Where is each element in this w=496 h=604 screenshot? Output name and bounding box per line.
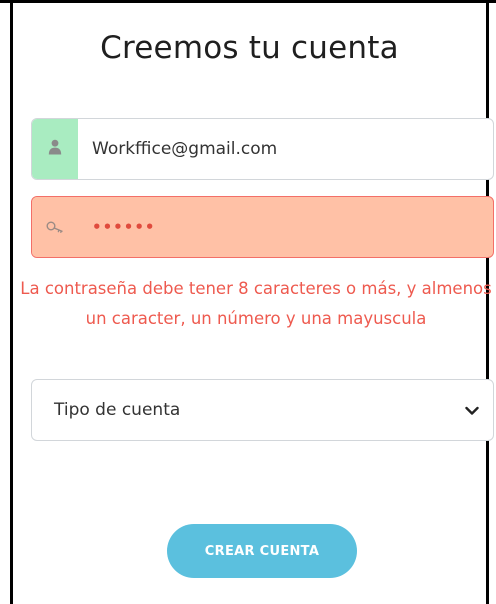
password-field[interactable] xyxy=(31,196,494,258)
form-title: Creemos tu cuenta xyxy=(100,30,399,66)
key-icon xyxy=(46,218,64,237)
create-account-button[interactable]: CREAR CUENTA xyxy=(167,524,357,578)
chevron-down-icon xyxy=(465,401,479,420)
user-icon xyxy=(48,139,62,159)
frame-border-top xyxy=(0,0,496,3)
account-type-selected: Tipo de cuenta xyxy=(54,400,181,420)
password-input[interactable] xyxy=(78,197,493,257)
account-type-select[interactable]: Tipo de cuenta xyxy=(31,379,494,441)
password-addon xyxy=(32,197,78,257)
email-input[interactable] xyxy=(78,119,493,179)
signup-panel: Creemos tu cuenta Workffice@gmail.com ••… xyxy=(0,0,496,604)
password-error-message: La contraseña debe tener 8 caracteres o … xyxy=(20,279,492,328)
email-addon xyxy=(32,119,78,179)
email-field[interactable] xyxy=(31,118,494,180)
